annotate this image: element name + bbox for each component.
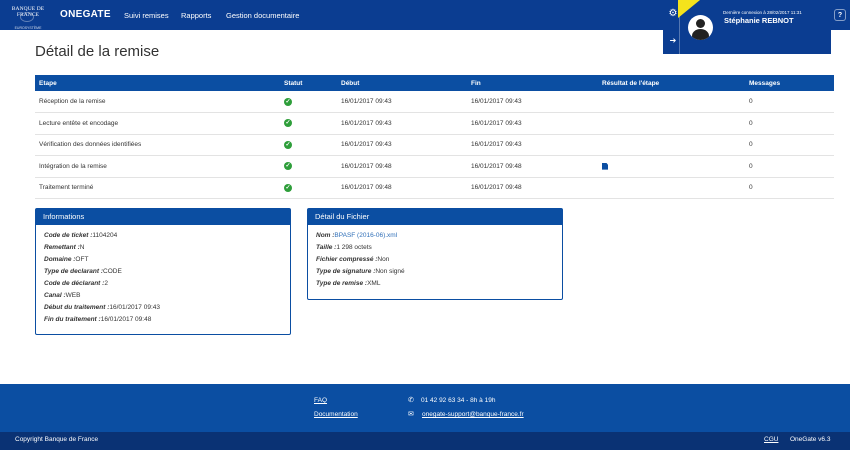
footer-documentation-link[interactable]: Documentation: [314, 411, 358, 418]
info-field-ticket: Code de ticket :1104204: [44, 232, 118, 239]
table-row: Intégration de la remise ✓ 16/01/2017 09…: [35, 155, 834, 178]
cell-fin: 16/01/2017 09:43: [471, 112, 602, 135]
check-circle-icon: ✓: [284, 140, 292, 149]
check-circle-icon: ✓: [284, 183, 292, 192]
header-fin: Fin: [471, 75, 602, 91]
steps-table: Etape Statut Début Fin Résultat de l'éta…: [35, 75, 834, 199]
table-row: Vérification des données identifiées ✓ 1…: [35, 134, 834, 156]
header-debut: Début: [341, 75, 471, 91]
logout-icon[interactable]: ➔: [666, 36, 680, 48]
table-row: Lecture entête et encodage ✓ 16/01/2017 …: [35, 112, 834, 135]
table-header-row: Etape Statut Début Fin Résultat de l'éta…: [35, 75, 834, 91]
version-text: OneGate v6.3: [790, 436, 831, 443]
file-detail-panel: Détail du Fichier Nom :BPASF (2016-06).x…: [307, 208, 563, 300]
bottom-bar: Copyright Banque de France CGU OneGate v…: [0, 432, 850, 450]
informations-panel: Informations Code de ticket :1104204 Rem…: [35, 208, 291, 335]
file-field-type-remise: Type de remise :XML: [316, 280, 381, 287]
footer-email-link[interactable]: onegate-support@banque-france.fr: [422, 411, 524, 418]
header-etape: Etape: [35, 75, 284, 91]
info-field-remettant: Remettant :N: [44, 244, 85, 251]
informations-panel-title: Informations: [36, 209, 290, 225]
banque-de-france-logo[interactable]: BANQUE DE FRANCE EUROSYSTÈME: [2, 4, 54, 30]
info-field-debut: Début du traitement :16/01/2017 09:43: [44, 304, 160, 311]
info-field-domaine: Domaine :OFT: [44, 256, 89, 263]
cell-debut: 16/01/2017 09:43: [341, 91, 471, 113]
cell-etape: Lecture entête et encodage: [35, 112, 284, 135]
cell-resultat: [602, 177, 749, 199]
cell-resultat: [602, 134, 749, 156]
footer-phone: 01 42 92 63 34 - 8h à 19h: [421, 397, 496, 404]
phone-icon: ✆: [408, 397, 414, 404]
file-field-compresse: Fichier compressé :Non: [316, 256, 390, 263]
copyright-text: Copyright Banque de France: [15, 436, 99, 443]
document-icon[interactable]: [602, 162, 608, 170]
file-field-signature: Type de signature :Non signé: [316, 268, 405, 275]
file-name-link[interactable]: BPASF (2016-06).xml: [334, 232, 397, 239]
avatar-body-shape: [692, 29, 709, 40]
logo-seal-icon: [20, 12, 34, 22]
check-circle-icon: ✓: [284, 97, 292, 106]
cell-etape: Traitement terminé: [35, 177, 284, 199]
cell-debut: 16/01/2017 09:43: [341, 134, 471, 156]
footer: FAQ Documentation ✆ 01 42 92 63 34 - 8h …: [0, 384, 850, 432]
user-name: Stéphanie REBNOT: [724, 16, 794, 25]
footer-faq-link[interactable]: FAQ: [314, 397, 327, 404]
info-field-code-declarant: Code de déclarant :2: [44, 280, 108, 287]
nav-rapports[interactable]: Rapports: [181, 11, 211, 20]
cell-etape: Vérification des données identifiées: [35, 134, 284, 156]
info-field-fin: Fin du traitement :16/01/2017 09:48: [44, 316, 152, 323]
file-field-nom: Nom :BPASF (2016-06).xml: [316, 232, 398, 239]
cell-fin: 16/01/2017 09:43: [471, 91, 602, 113]
cell-etape: Réception de la remise: [35, 91, 284, 113]
mail-icon: ✉: [408, 411, 414, 418]
header-resultat: Résultat de l'étape: [602, 75, 749, 91]
page-title: Détail de la remise: [35, 43, 160, 60]
avatar-head-shape: [696, 19, 705, 28]
cell-messages: 0: [749, 91, 834, 113]
info-field-type-declarant: Type de declarant :CODE: [44, 268, 122, 275]
cell-messages: 0: [749, 155, 834, 178]
table-row: Traitement terminé ✓ 16/01/2017 09:48 16…: [35, 177, 834, 199]
file-detail-panel-title: Détail du Fichier: [308, 209, 562, 225]
brand-title[interactable]: ONEGATE: [60, 9, 111, 20]
header-statut: Statut: [284, 75, 341, 91]
file-field-taille: Taille :1 298 octets: [316, 244, 372, 251]
table-row: Réception de la remise ✓ 16/01/2017 09:4…: [35, 91, 834, 113]
cell-resultat: [602, 112, 749, 135]
cell-debut: 16/01/2017 09:48: [341, 177, 471, 199]
avatar[interactable]: [688, 15, 713, 40]
check-circle-icon: ✓: [284, 162, 292, 171]
cell-fin: 16/01/2017 09:48: [471, 177, 602, 199]
nav-gestion-documentaire[interactable]: Gestion documentaire: [226, 11, 299, 20]
cell-messages: 0: [749, 134, 834, 156]
header-messages: Messages: [749, 75, 834, 91]
last-connection-text: Dernière connexion à 28/02/2017 11:31: [723, 10, 802, 15]
logo-subtext: EUROSYSTÈME: [14, 26, 42, 30]
cell-messages: 0: [749, 112, 834, 135]
cell-resultat: [602, 155, 749, 178]
cgu-link[interactable]: CGU: [764, 436, 778, 443]
cell-fin: 16/01/2017 09:43: [471, 134, 602, 156]
check-circle-icon: ✓: [284, 119, 292, 128]
cell-resultat: [602, 91, 749, 113]
cell-messages: 0: [749, 177, 834, 199]
nav-suivi-remises[interactable]: Suivi remises: [124, 11, 169, 20]
cell-debut: 16/01/2017 09:43: [341, 112, 471, 135]
gear-icon[interactable]: ⚙: [666, 8, 680, 22]
info-field-canal: Canal :WEB: [44, 292, 81, 299]
help-button[interactable]: ?: [834, 9, 846, 21]
cell-fin: 16/01/2017 09:48: [471, 155, 602, 178]
cell-debut: 16/01/2017 09:48: [341, 155, 471, 178]
user-panel: ⚙ ➔ Dernière connexion à 28/02/2017 11:3…: [663, 0, 831, 54]
cell-etape: Intégration de la remise: [35, 155, 284, 178]
